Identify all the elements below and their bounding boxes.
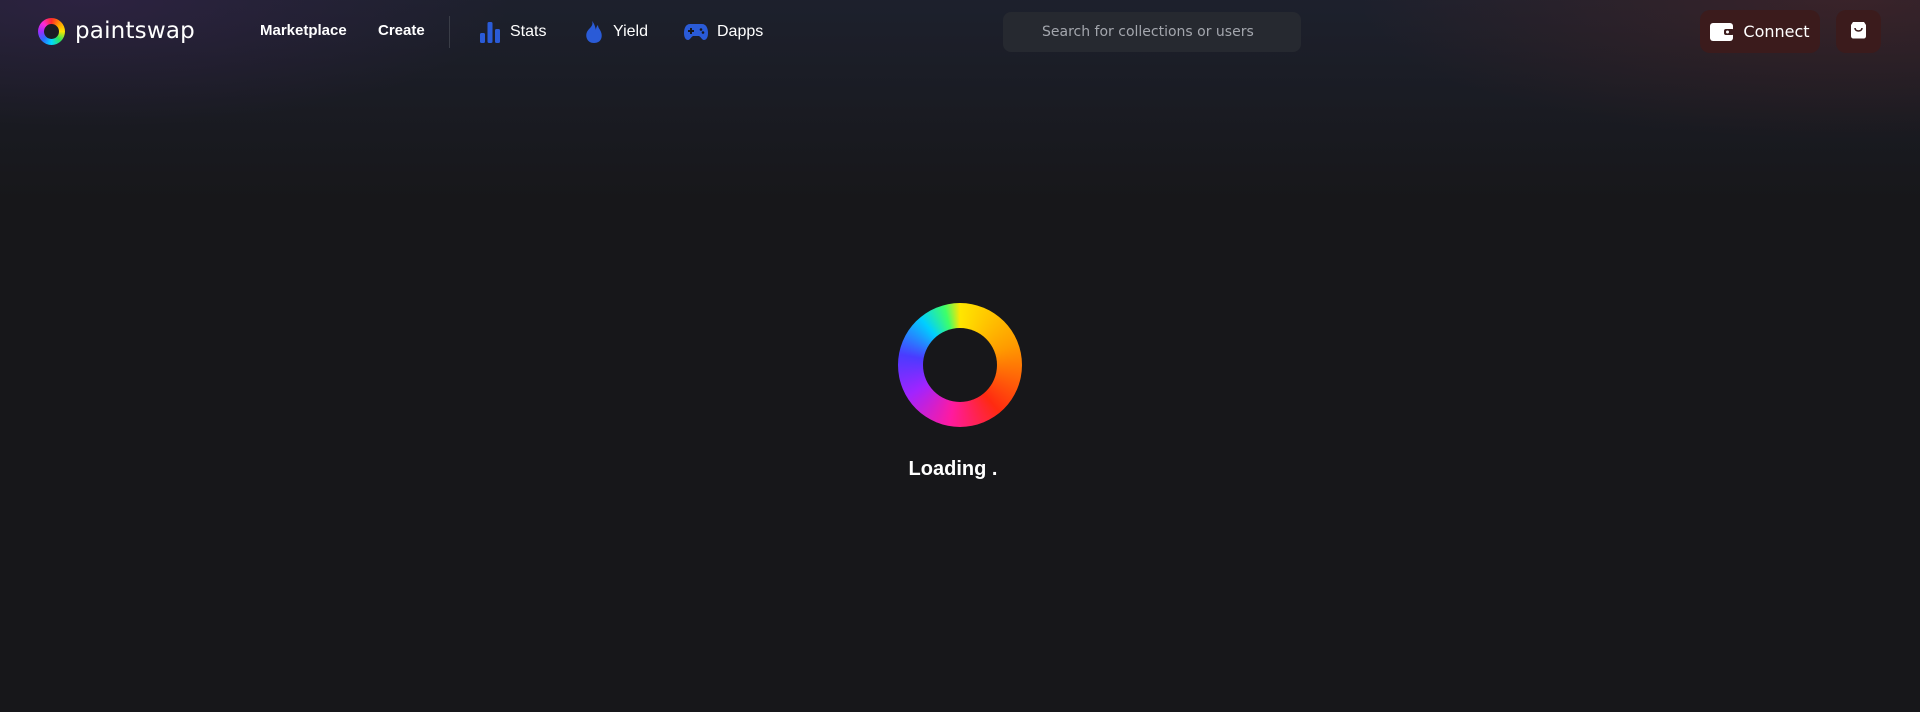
shopping-cart-button[interactable] xyxy=(1836,10,1881,53)
nav-marketplace-link[interactable]: Marketplace xyxy=(260,22,347,39)
color-wheel-logo-icon xyxy=(38,17,65,45)
gamepad-icon xyxy=(683,22,709,42)
nav-stats-label: Stats xyxy=(510,23,547,40)
nav-create-link[interactable]: Create xyxy=(378,22,425,39)
connect-label: Connect xyxy=(1743,22,1810,41)
paintswap-logo[interactable]: paintswap xyxy=(38,14,195,48)
loading-text: Loading . xyxy=(908,458,998,480)
nav-divider xyxy=(449,16,450,48)
search-bar xyxy=(1003,12,1301,52)
nav-dapps-link[interactable]: Dapps xyxy=(683,20,763,44)
nav-yield-link[interactable]: Yield xyxy=(583,20,648,44)
top-navigation-bar: paintswap Marketplace Create Stats Yield xyxy=(0,0,1920,64)
wallet-icon xyxy=(1710,22,1735,41)
search-input[interactable] xyxy=(1003,12,1301,52)
nav-stats-link[interactable]: Stats xyxy=(478,20,546,44)
loading-spinner xyxy=(898,303,1022,427)
shopping-bag-icon xyxy=(1850,21,1867,42)
connect-wallet-button[interactable]: Connect xyxy=(1700,10,1820,53)
flame-icon xyxy=(583,20,605,44)
brand-name: paintswap xyxy=(75,18,195,44)
nav-yield-label: Yield xyxy=(613,23,648,40)
nav-dapps-label: Dapps xyxy=(717,23,764,40)
bar-chart-icon xyxy=(478,21,502,43)
